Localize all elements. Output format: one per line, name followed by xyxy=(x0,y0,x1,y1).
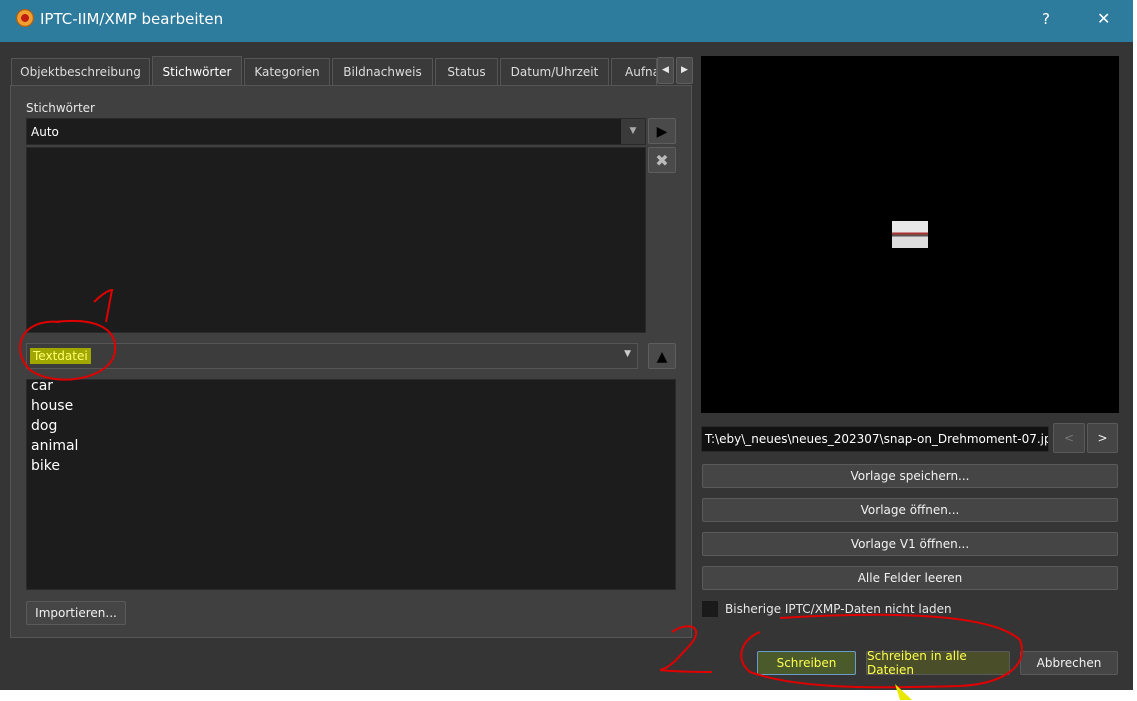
annotation-number-1 xyxy=(93,288,114,323)
annotation-overlay xyxy=(19,288,1023,700)
annotation-number-2 xyxy=(659,625,713,673)
annotation-circle-2 xyxy=(740,613,1023,689)
annotation-circle-1 xyxy=(19,319,117,381)
